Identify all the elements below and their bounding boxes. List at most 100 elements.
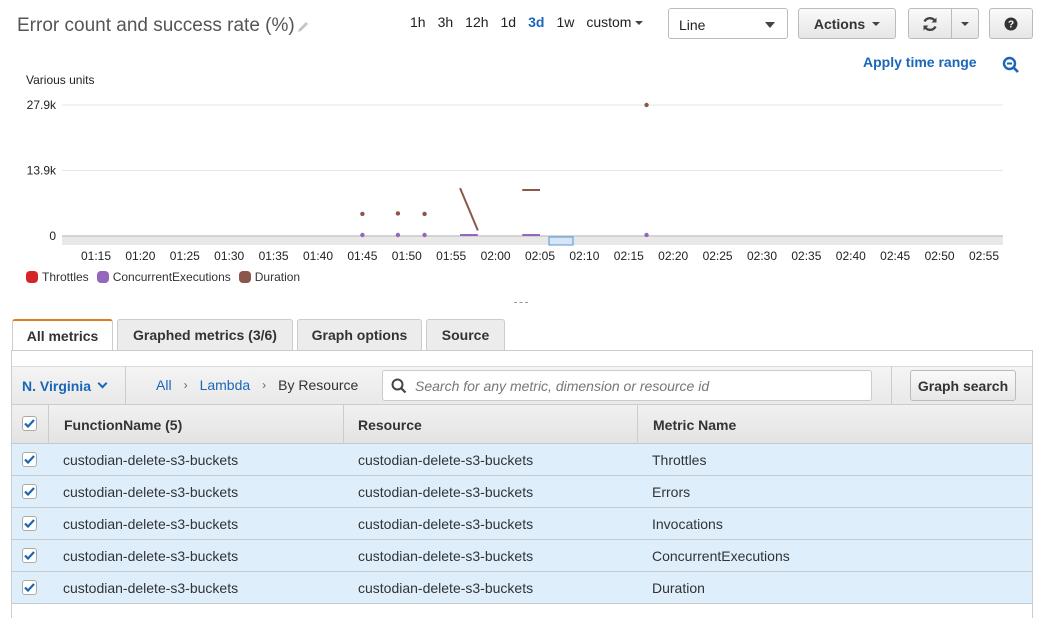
column-header-metric-name[interactable]: Metric Name xyxy=(653,405,736,444)
scrubber-handle xyxy=(548,236,574,246)
x-tick-label: 02:10 xyxy=(569,249,599,263)
zoom-out-icon[interactable] xyxy=(1002,56,1020,74)
search-icon xyxy=(391,378,407,393)
x-tick-label: 01:25 xyxy=(170,249,200,263)
region-selector[interactable]: N. Virginia xyxy=(12,366,126,405)
legend-item[interactable]: ConcurrentExecutions xyxy=(96,270,231,284)
actions-label: Actions xyxy=(813,15,866,32)
resize-handle[interactable] xyxy=(514,302,528,304)
data-point xyxy=(644,102,649,108)
range-1h[interactable]: 1h xyxy=(404,14,432,30)
graph-search-button[interactable]: Graph search xyxy=(910,370,1016,401)
x-tick-label: 01:15 xyxy=(81,249,111,263)
column-header-resource[interactable]: Resource xyxy=(358,405,422,444)
cell-resource: custodian-delete-s3-buckets xyxy=(358,516,534,532)
data-point xyxy=(422,211,427,217)
chart-type-value: Line xyxy=(679,17,706,33)
legend-swatch xyxy=(96,271,109,283)
row-checkbox[interactable] xyxy=(22,580,37,595)
tab-all-metrics[interactable]: All metrics xyxy=(12,319,113,351)
table-row[interactable]: custodian-delete-s3-buckets custodian-del… xyxy=(12,476,1032,508)
data-point xyxy=(395,232,401,238)
refresh-button-group xyxy=(908,8,979,39)
table-row[interactable]: custodian-delete-s3-buckets custodian-del… xyxy=(12,540,1032,572)
data-point xyxy=(395,211,401,216)
cell-metric-name: ConcurrentExecutions xyxy=(652,548,790,564)
range-1w[interactable]: 1w xyxy=(550,14,580,30)
breadcrumb-all[interactable]: All xyxy=(156,377,172,393)
cell-metric-name: Duration xyxy=(652,580,705,596)
select-all-checkbox[interactable] xyxy=(22,416,37,431)
refresh-button[interactable] xyxy=(909,9,953,38)
chart-type-select[interactable]: Line xyxy=(668,8,788,39)
actions-button[interactable]: Actions xyxy=(798,8,896,39)
checkmark-icon xyxy=(24,551,35,560)
tab-graphed-metrics[interactable]: Graphed metrics (3/6) xyxy=(117,319,293,350)
data-point xyxy=(360,232,365,238)
legend-swatch xyxy=(238,271,251,283)
range-12h[interactable]: 12h xyxy=(459,14,494,30)
data-point xyxy=(360,211,365,217)
help-button[interactable]: ? xyxy=(989,8,1033,39)
legend-label: ConcurrentExecutions xyxy=(112,270,231,284)
x-tick-label: 02:00 xyxy=(481,249,511,263)
x-tick-label: 02:40 xyxy=(836,249,866,263)
edit-title-icon[interactable] xyxy=(296,20,310,34)
x-tick-label: 01:45 xyxy=(347,249,377,263)
apply-time-range-link[interactable]: Apply time range xyxy=(863,54,977,70)
x-tick-label: 01:40 xyxy=(303,249,333,263)
legend-label: Duration xyxy=(254,270,301,284)
x-tick-label: 02:55 xyxy=(969,249,999,263)
x-tick-label: 01:50 xyxy=(392,249,422,263)
cell-resource: custodian-delete-s3-buckets xyxy=(358,580,534,596)
cell-metric-name: Throttles xyxy=(652,452,707,468)
data-point xyxy=(644,232,649,238)
checkmark-icon xyxy=(24,583,35,592)
row-checkbox[interactable] xyxy=(22,484,37,499)
row-checkbox[interactable] xyxy=(22,548,37,563)
cell-resource: custodian-delete-s3-buckets xyxy=(358,452,534,468)
data-point xyxy=(422,232,427,238)
cell-metric-name: Errors xyxy=(652,484,691,500)
range-3h[interactable]: 3h xyxy=(432,14,460,30)
row-checkbox[interactable] xyxy=(22,516,37,531)
time-range-picker: 1h 3h 12h 1d 3d 1w custom xyxy=(404,14,649,30)
x-tick-label: 02:05 xyxy=(525,249,555,263)
refresh-options-button[interactable] xyxy=(952,9,978,38)
checkmark-icon xyxy=(24,455,35,464)
table-row[interactable]: custodian-delete-s3-buckets custodian-del… xyxy=(12,444,1032,476)
checkmark-icon xyxy=(24,519,35,528)
column-header-function-name[interactable]: FunctionName (5) xyxy=(64,405,182,444)
x-tick-label: 02:20 xyxy=(658,249,688,263)
cell-function-name: custodian-delete-s3-buckets xyxy=(63,548,239,564)
tab-source[interactable]: Source xyxy=(426,319,505,350)
x-tick-label: 02:30 xyxy=(747,249,777,263)
cell-resource: custodian-delete-s3-buckets xyxy=(358,484,534,500)
x-tick-label: 02:50 xyxy=(925,249,955,263)
checkmark-icon xyxy=(24,419,35,428)
legend-item[interactable]: Duration xyxy=(238,270,301,284)
metric-search-input[interactable]: Search for any metric, dimension or reso… xyxy=(382,370,872,401)
range-custom[interactable]: custom xyxy=(580,14,649,30)
help-icon: ? xyxy=(1004,17,1018,30)
legend-item[interactable]: Throttles xyxy=(26,270,89,284)
region-label: N. Virginia xyxy=(22,377,91,394)
caret-down-icon xyxy=(872,21,881,26)
range-3d[interactable]: 3d xyxy=(522,14,550,30)
tab-graph-options[interactable]: Graph options xyxy=(297,319,422,350)
checkmark-icon xyxy=(24,487,35,496)
chart-legend: Throttles ConcurrentExecutions Duration xyxy=(26,270,308,284)
table-row[interactable]: custodian-delete-s3-buckets custodian-del… xyxy=(12,572,1032,604)
row-checkbox[interactable] xyxy=(22,452,37,467)
column-divider xyxy=(637,405,638,444)
table-row[interactable]: custodian-delete-s3-buckets custodian-del… xyxy=(12,508,1032,540)
range-1d[interactable]: 1d xyxy=(495,14,523,30)
refresh-icon xyxy=(923,16,937,31)
caret-down-icon xyxy=(635,21,644,26)
cell-resource: custodian-delete-s3-buckets xyxy=(358,548,534,564)
caret-down-icon xyxy=(765,22,775,28)
x-tick-label: 01:30 xyxy=(214,249,244,263)
toolbar-divider xyxy=(891,366,892,405)
cell-function-name: custodian-delete-s3-buckets xyxy=(63,516,239,532)
breadcrumb-lambda[interactable]: Lambda xyxy=(200,377,251,393)
